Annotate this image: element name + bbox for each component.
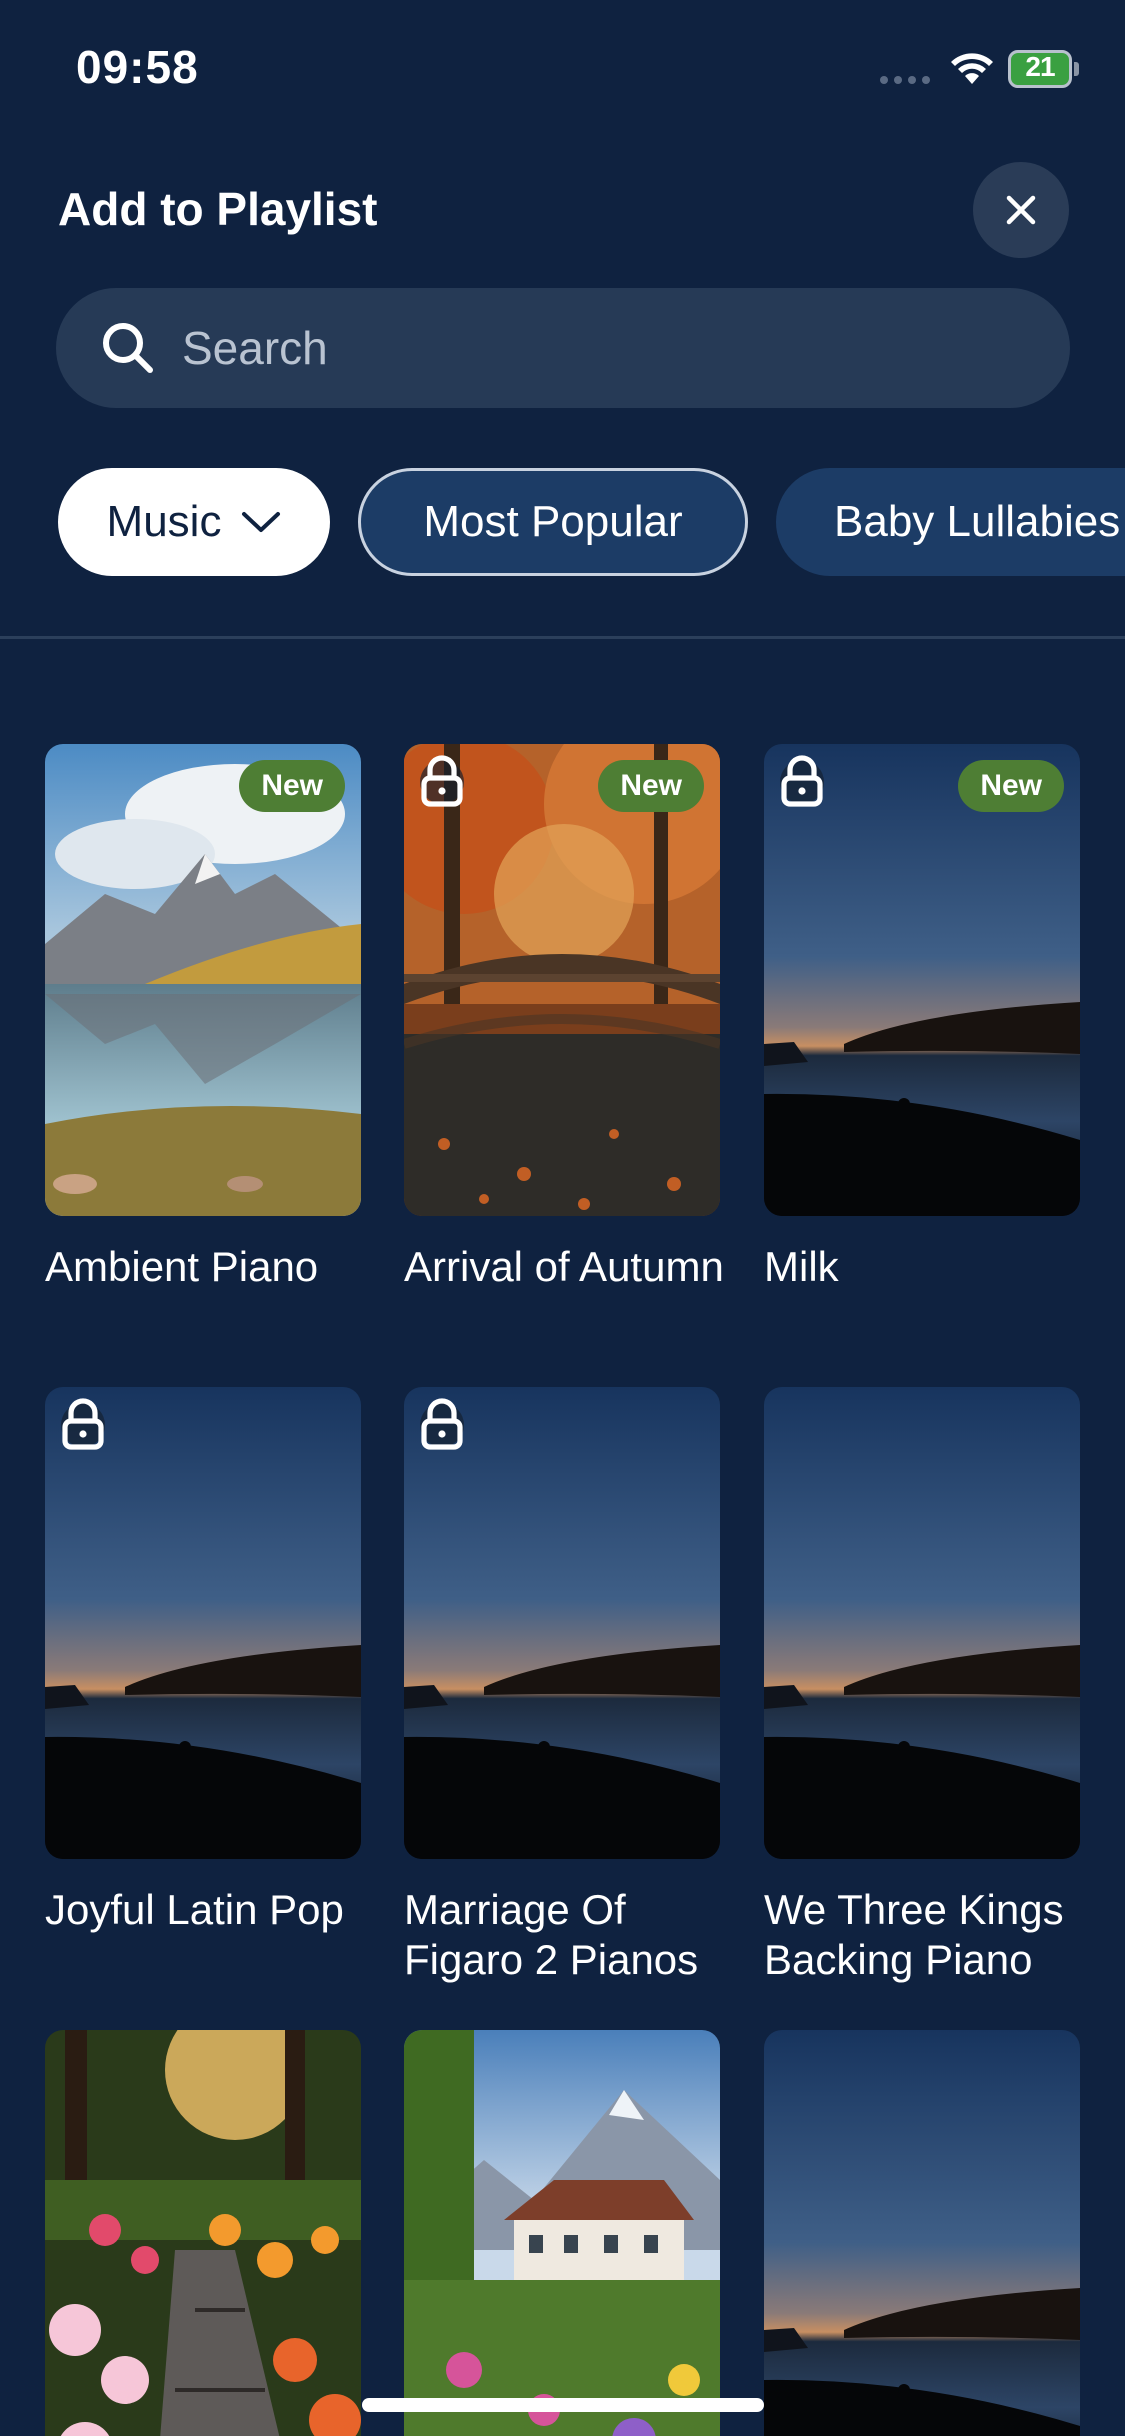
playlist-card-title: Marriage Of Figaro 2 Pianos xyxy=(404,1886,699,1983)
playlist-thumbnail xyxy=(45,2030,361,2436)
category-chips: Music Most Popular Baby Lullabies xyxy=(0,468,1125,576)
page-title: Add to Playlist xyxy=(58,183,378,235)
new-badge: New xyxy=(958,760,1064,812)
playlist-thumbnail: New xyxy=(764,744,1080,1216)
playlist-thumbnail xyxy=(764,1387,1080,1859)
playlist-thumbnail xyxy=(45,1387,361,1859)
close-icon xyxy=(1006,195,1036,225)
playlist-thumbnail: New xyxy=(45,744,361,1216)
playlist-thumbnail xyxy=(404,1387,720,1859)
lock-icon xyxy=(780,755,824,807)
search-input[interactable] xyxy=(182,288,1032,408)
search-bar[interactable] xyxy=(56,288,1070,408)
search-icon xyxy=(103,323,153,373)
chip-most-popular-label: Most Popular xyxy=(423,497,683,546)
home-indicator xyxy=(362,2398,764,2412)
chip-baby-lullabies[interactable]: Baby Lullabies xyxy=(776,468,1125,576)
playlist-card-title: Arrival of Autumn xyxy=(404,1243,724,1290)
lock-icon xyxy=(420,1398,464,1450)
playlist-thumbnail: New xyxy=(404,744,720,1216)
playlist-card-title: Ambient Piano xyxy=(45,1243,319,1290)
lock-icon xyxy=(61,1398,105,1450)
status-time: 09:58 xyxy=(76,41,199,93)
chevron-down-icon xyxy=(242,512,281,532)
battery-level: 21 xyxy=(1025,51,1055,82)
chip-music-label: Music xyxy=(106,497,222,546)
divider xyxy=(0,636,1125,639)
battery-icon: 21 xyxy=(1008,50,1079,88)
close-button[interactable] xyxy=(973,162,1069,258)
wifi-icon xyxy=(951,53,993,84)
playlist-thumbnail xyxy=(764,2030,1080,2436)
chip-baby-lullabies-label: Baby Lullabies xyxy=(834,497,1121,546)
playlist-thumbnail xyxy=(404,2030,720,2436)
playlist-card-title: We Three Kings Backing Piano xyxy=(764,1886,1064,1983)
cellular-signal-icon xyxy=(880,76,932,84)
chip-music[interactable]: Music xyxy=(58,468,330,576)
status-bar: 09:58 21 xyxy=(0,0,1125,140)
lock-icon xyxy=(420,755,464,807)
new-badge: New xyxy=(598,760,704,812)
playlist-card-title: Joyful Latin Pop xyxy=(45,1886,344,1933)
chip-most-popular[interactable]: Most Popular xyxy=(358,468,748,576)
playlist-card-title: Milk xyxy=(764,1243,839,1290)
new-badge: New xyxy=(239,760,345,812)
